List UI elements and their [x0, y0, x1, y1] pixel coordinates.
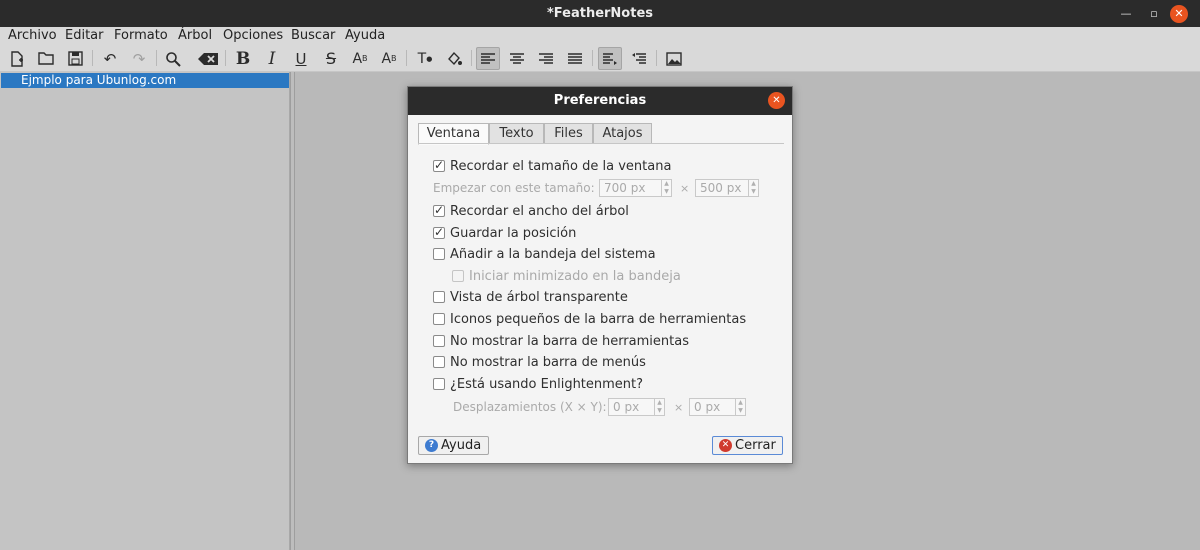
strikethrough-icon[interactable]: S — [319, 47, 343, 70]
start-minimized-checkbox[interactable]: Iniciar minimizado en la bandeja — [452, 268, 681, 284]
window-close-icon[interactable]: ✕ — [1170, 5, 1188, 23]
window-title: *FeatherNotes — [546, 6, 654, 21]
ltr-direction-icon[interactable] — [598, 47, 622, 70]
offsets-label: Desplazamientos (X × Y): — [453, 400, 607, 414]
align-left-icon[interactable] — [476, 47, 500, 70]
hide-toolbar-checkbox[interactable]: No mostrar la barra de herramientas — [433, 333, 689, 349]
open-folder-icon[interactable] — [34, 47, 58, 70]
checkbox-icon[interactable] — [433, 203, 445, 217]
tab-files[interactable]: Files — [544, 123, 593, 144]
bg-color-icon[interactable] — [442, 47, 466, 70]
tree-pane: Ejmplo para Ubunlog.com — [0, 72, 290, 550]
start-height-spinbox[interactable]: 500 px ▲ ▼ — [695, 179, 759, 197]
dialog-close-icon[interactable]: ✕ — [768, 92, 785, 109]
start-size-label: Empezar con este tamaño: — [433, 181, 595, 195]
superscript-icon[interactable]: AB — [348, 47, 372, 70]
spin-arrows-icon[interactable]: ▲ ▼ — [748, 180, 758, 196]
checkbox-icon[interactable] — [433, 335, 445, 347]
checkbox-icon[interactable] — [433, 313, 445, 325]
checkbox-icon[interactable] — [433, 158, 445, 172]
tab-ventana[interactable]: Ventana — [418, 123, 489, 145]
redo-icon[interactable]: ↷ — [127, 47, 151, 70]
search-icon[interactable] — [161, 47, 185, 70]
add-to-tray-checkbox[interactable]: Añadir a la bandeja del sistema — [433, 246, 656, 262]
offset-x-spinbox[interactable]: 0 px ▲ ▼ — [608, 398, 665, 416]
align-center-icon[interactable] — [505, 47, 529, 70]
spin-arrows-icon[interactable]: ▲ ▼ — [661, 180, 671, 196]
checkbox-icon[interactable] — [433, 378, 445, 390]
menu-formato[interactable]: Formato — [114, 28, 168, 43]
checkbox-icon[interactable] — [452, 270, 464, 282]
small-icons-checkbox[interactable]: Iconos pequeños de la barra de herramien… — [433, 311, 746, 327]
window-titlebar: *FeatherNotes — ▫ ✕ — [0, 0, 1200, 27]
undo-icon[interactable]: ↶ — [98, 47, 122, 70]
rtl-direction-icon[interactable] — [627, 47, 651, 70]
menu-buscar[interactable]: Buscar — [291, 28, 335, 43]
remember-tree-width-checkbox[interactable]: Recordar el ancho del árbol — [433, 203, 629, 219]
transparent-tree-checkbox[interactable]: Vista de árbol transparente — [433, 289, 628, 305]
justify-icon[interactable] — [563, 47, 587, 70]
remember-size-checkbox[interactable]: Recordar el tamaño de la ventana — [433, 158, 671, 174]
italic-icon[interactable]: I — [260, 47, 284, 70]
underline-icon[interactable]: U — [289, 47, 313, 70]
maximize-icon[interactable]: ▫ — [1145, 5, 1163, 23]
times-sign: × — [674, 401, 684, 414]
text-color-icon[interactable]: T ● — [413, 47, 437, 70]
tab-texto[interactable]: Texto — [489, 123, 544, 144]
menu-arbol[interactable]: Árbol — [178, 28, 212, 43]
menu-editar[interactable]: Editar — [65, 28, 104, 43]
new-note-icon[interactable] — [5, 47, 29, 70]
save-position-checkbox[interactable]: Guardar la posición — [433, 225, 576, 241]
start-width-spinbox[interactable]: 700 px ▲ ▼ — [599, 179, 672, 197]
hide-menubar-checkbox[interactable]: No mostrar la barra de menús — [433, 354, 646, 370]
subscript-icon[interactable]: AB — [377, 47, 401, 70]
preferences-dialog: Preferencias ✕ Ventana Texto Files Atajo… — [407, 86, 793, 464]
minimize-icon[interactable]: — — [1117, 5, 1135, 23]
times-sign: × — [680, 182, 690, 195]
offset-y-spinbox[interactable]: 0 px ▲ ▼ — [689, 398, 746, 416]
align-right-icon[interactable] — [534, 47, 558, 70]
checkbox-icon[interactable] — [433, 291, 445, 303]
menu-archivo[interactable]: Archivo — [8, 28, 57, 43]
menu-ayuda[interactable]: Ayuda — [345, 28, 385, 43]
checkbox-icon[interactable] — [433, 356, 445, 368]
menu-opciones[interactable]: Opciones — [223, 28, 283, 43]
checkbox-icon[interactable] — [433, 248, 445, 260]
spin-arrows-icon[interactable]: ▲ ▼ — [654, 399, 664, 415]
bold-icon[interactable]: B — [231, 47, 255, 70]
save-icon[interactable] — [63, 47, 87, 70]
clear-icon[interactable] — [196, 47, 220, 70]
help-icon: ? — [425, 439, 438, 452]
toolbar: ↶ ↷ B I U S AB AB T ● — [0, 45, 1200, 72]
close-button[interactable]: ✕ Cerrar — [712, 436, 783, 455]
tab-atajos[interactable]: Atajos — [593, 123, 652, 144]
close-icon: ✕ — [719, 439, 732, 452]
enlightenment-checkbox[interactable]: ¿Está usando Enlightenment? — [433, 376, 643, 392]
help-button[interactable]: ? Ayuda — [418, 436, 489, 455]
checkbox-icon[interactable] — [433, 225, 445, 239]
insert-image-icon[interactable] — [662, 47, 686, 70]
menu-bar: Archivo Editar Formato Árbol Opciones Bu… — [0, 27, 1200, 45]
tree-item[interactable]: Ejmplo para Ubunlog.com — [1, 73, 289, 88]
spin-arrows-icon[interactable]: ▲ ▼ — [735, 399, 745, 415]
dialog-title: Preferencias — [408, 87, 792, 115]
